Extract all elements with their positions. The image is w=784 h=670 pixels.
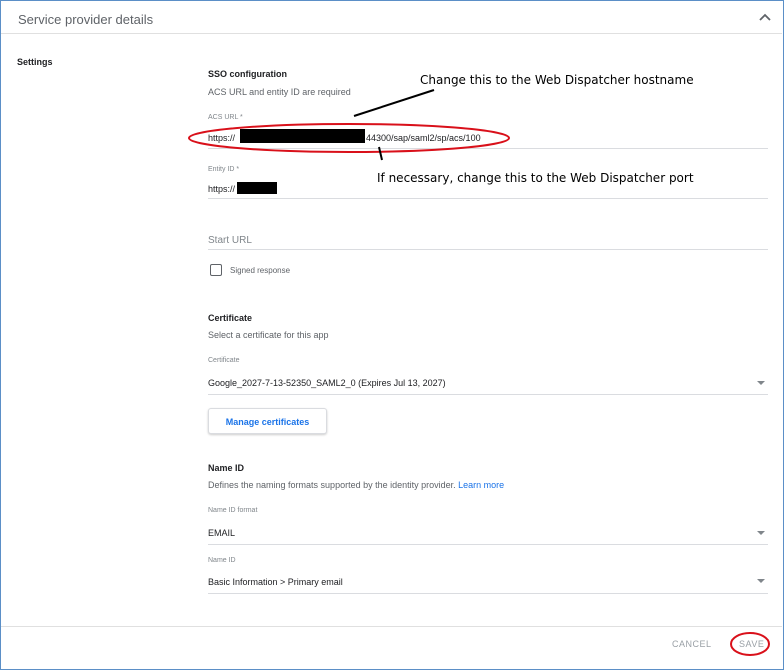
panel-header[interactable]: Service provider details	[1, 1, 782, 34]
learn-more-link[interactable]: Learn more	[458, 480, 504, 490]
entity-id-underline	[208, 198, 768, 199]
name-id-underline	[208, 593, 768, 594]
certificate-value: Google_2027-7-13-52350_SAML2_0 (Expires …	[208, 378, 446, 388]
service-provider-panel	[0, 0, 784, 670]
certificate-dropdown-arrow-icon	[757, 381, 765, 385]
certificate-field-label: Certificate	[208, 357, 240, 364]
entity-id-prefix: https://	[208, 184, 236, 194]
name-id-subtitle-text: Defines the naming formats supported by …	[208, 480, 456, 490]
settings-section-label: Settings	[17, 57, 53, 67]
name-id-subtitle: Defines the naming formats supported by …	[208, 480, 504, 490]
acs-url-label: ACS URL *	[208, 114, 243, 121]
start-url-underline	[208, 249, 768, 250]
entity-id-label: Entity ID *	[208, 166, 240, 173]
name-id-title: Name ID	[208, 463, 245, 473]
manage-certificates-button[interactable]: Manage certificates	[208, 408, 327, 434]
panel-footer	[1, 626, 782, 669]
cancel-button[interactable]: CANCEL	[672, 639, 712, 649]
certificate-subtitle: Select a certificate for this app	[208, 330, 329, 340]
name-id-format-underline	[208, 544, 768, 545]
hostname-annotation: Change this to the Web Dispatcher hostna…	[420, 73, 694, 87]
name-id-format-label: Name ID format	[208, 507, 258, 514]
name-id-format-dropdown-arrow-icon	[757, 531, 765, 535]
port-annotation: If necessary, change this to the Web Dis…	[377, 171, 694, 185]
name-id-dropdown-arrow-icon	[757, 579, 765, 583]
panel-title: Service provider details	[18, 12, 154, 27]
start-url-placeholder: Start URL	[208, 235, 252, 246]
certificate-title: Certificate	[208, 313, 253, 323]
chevron-up-icon[interactable]	[757, 10, 773, 26]
signed-response-label: Signed response	[230, 266, 291, 275]
entity-id-redacted-host	[237, 182, 277, 194]
name-id-format-value: EMAIL	[208, 528, 236, 538]
acs-url-redacted-host	[240, 129, 365, 143]
acs-url-suffix: 44300/sap/saml2/sp/acs/100	[366, 133, 481, 143]
certificate-underline	[208, 394, 768, 395]
signed-response-checkbox[interactable]	[210, 264, 222, 276]
acs-url-prefix: https://	[208, 133, 236, 143]
name-id-label: Name ID	[208, 557, 236, 564]
name-id-value: Basic Information > Primary email	[208, 577, 343, 587]
acs-url-underline	[208, 148, 768, 149]
save-button[interactable]: SAVE	[739, 639, 764, 649]
sso-configuration-title: SSO configuration	[208, 69, 288, 79]
sso-configuration-subtitle: ACS URL and entity ID are required	[208, 87, 351, 97]
